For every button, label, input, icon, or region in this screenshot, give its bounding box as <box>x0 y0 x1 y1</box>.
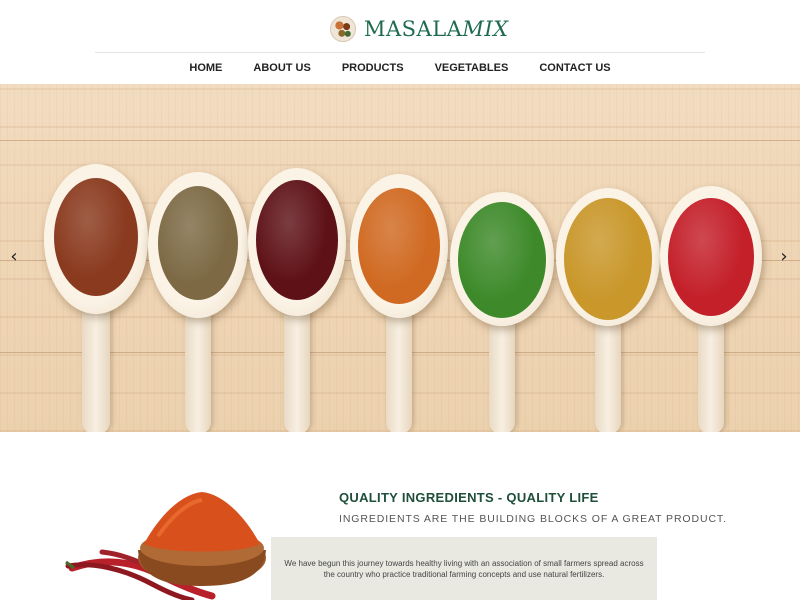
chevron-left-icon[interactable]: ‹ <box>4 245 24 269</box>
brand-name-part2: MIX <box>462 17 509 41</box>
spice-spoon <box>450 192 554 432</box>
spice-spoon <box>660 186 762 432</box>
chili-powder-bowl-image <box>65 492 266 600</box>
spice-fill <box>158 186 238 300</box>
hero-slider: ‹ › <box>0 84 800 432</box>
spice-spoon <box>248 168 346 432</box>
brand-name: MASALAMIX <box>364 17 509 41</box>
spice-fill <box>54 178 138 296</box>
header-divider <box>95 52 705 53</box>
brand-logo[interactable]: MASALAMIX <box>330 14 509 44</box>
section-subheading: INGREDIENTS ARE THE BUILDING BLOCKS OF A… <box>339 513 727 525</box>
spice-spoon <box>350 174 448 432</box>
spice-spoon <box>148 172 248 432</box>
spice-fill <box>564 198 652 320</box>
nav-item-about-us[interactable]: ABOUT US <box>238 58 326 78</box>
nav-item-contact-us[interactable]: CONTACT US <box>524 58 626 78</box>
spice-fill <box>458 202 546 318</box>
nav-item-vegetables[interactable]: VEGETABLES <box>419 58 524 78</box>
wood-plank-seam <box>0 140 800 141</box>
about-body-text: We have begun this journey towards healt… <box>284 559 644 579</box>
spice-fill <box>256 180 338 300</box>
section-heading: QUALITY INGREDIENTS - QUALITY LIFE <box>339 490 599 505</box>
chevron-right-icon[interactable]: › <box>774 245 794 269</box>
site-header: MASALAMIX HOME ABOUT US PRODUCTS VEGETAB… <box>0 0 800 84</box>
spice-bowls-logo-icon <box>330 16 356 42</box>
nav-item-products[interactable]: PRODUCTS <box>326 58 419 78</box>
brand-name-part1: MASALA <box>364 17 463 41</box>
about-text-box: We have begun this journey towards healt… <box>271 537 657 600</box>
spice-spoon <box>44 164 148 432</box>
spice-fill <box>358 188 440 304</box>
spice-fill <box>668 198 754 316</box>
nav-item-home[interactable]: HOME <box>174 58 238 78</box>
spice-spoon <box>556 188 660 432</box>
main-nav: HOME ABOUT US PRODUCTS VEGETABLES CONTAC… <box>0 58 800 78</box>
